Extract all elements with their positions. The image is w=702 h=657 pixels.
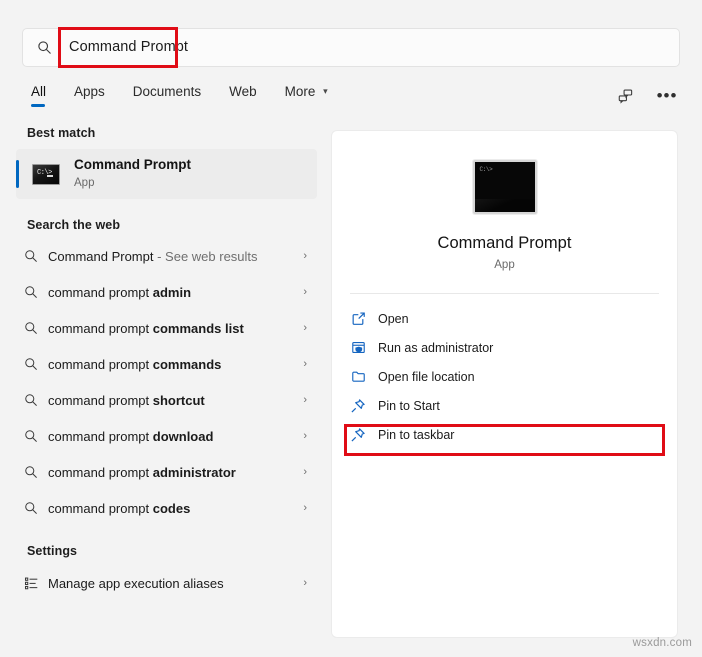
- best-match-text: Command Prompt App: [74, 157, 191, 190]
- tab-more-label: More: [284, 84, 316, 99]
- action-label: Run as administrator: [378, 340, 494, 355]
- preview-hero: C:\> Command Prompt App: [332, 131, 677, 271]
- tab-documents-label: Documents: [132, 84, 202, 99]
- chevron-right-icon: ›: [303, 576, 307, 589]
- open-external-icon: [342, 311, 374, 326]
- chevron-right-icon: ›: [303, 501, 307, 514]
- list-item-label: command prompt admin: [48, 284, 192, 300]
- tab-all-label: All: [31, 84, 47, 99]
- search-icon: [16, 285, 46, 299]
- tab-all[interactable]: All: [31, 84, 46, 108]
- feedback-icon[interactable]: [612, 84, 638, 108]
- list-item[interactable]: Manage app execution aliases ›: [16, 565, 317, 601]
- best-match-heading: Best match: [27, 126, 96, 140]
- chevron-right-icon: ›: [303, 465, 307, 478]
- action-open-file-location[interactable]: Open file location: [342, 362, 667, 391]
- action-label: Pin to Start: [378, 398, 440, 413]
- ellipsis-icon[interactable]: •••: [654, 84, 680, 108]
- action-label: Open file location: [378, 369, 475, 384]
- search-icon: [16, 429, 46, 443]
- list-item-label: command prompt commands: [48, 356, 222, 372]
- pin-icon: [342, 398, 374, 414]
- best-match-item[interactable]: C:\> Command Prompt App: [16, 149, 317, 199]
- chevron-right-icon: ›: [303, 249, 307, 262]
- list-item[interactable]: command prompt commands ›: [16, 346, 317, 382]
- tab-web[interactable]: Web: [229, 84, 257, 108]
- action-pin-to-taskbar[interactable]: Pin to taskbar: [342, 420, 667, 449]
- search-icon: [16, 249, 46, 263]
- header-actions: •••: [612, 84, 680, 108]
- command-prompt-icon-cursor: [47, 174, 53, 177]
- web-suggestions: Command Prompt - See web results › comma…: [0, 238, 331, 526]
- list-item[interactable]: command prompt codes ›: [16, 490, 317, 526]
- chevron-right-icon: ›: [303, 321, 307, 334]
- results-list: Best match C:\> Command Prompt App Searc…: [0, 126, 331, 657]
- list-settings-icon: [16, 576, 46, 591]
- search-icon: [16, 357, 46, 371]
- search-icon: [16, 501, 46, 515]
- watermark: wsxdn.com: [632, 637, 692, 649]
- tab-more[interactable]: More ▾: [285, 84, 328, 108]
- list-item-label: command prompt administrator: [48, 464, 236, 480]
- action-run-as-administrator[interactable]: Run as administrator: [342, 333, 667, 362]
- list-item-label: command prompt commands list: [48, 320, 244, 336]
- list-item[interactable]: command prompt admin ›: [16, 274, 317, 310]
- command-prompt-icon-text: C:\>: [479, 166, 493, 173]
- settings-heading: Settings: [27, 544, 78, 558]
- list-item-label: Manage app execution aliases: [48, 575, 224, 591]
- chevron-right-icon: ›: [303, 429, 307, 442]
- chevron-right-icon: ›: [303, 285, 307, 298]
- action-label: Open: [378, 311, 409, 326]
- list-item[interactable]: Command Prompt - See web results ›: [16, 238, 317, 274]
- pin-icon: [342, 427, 374, 443]
- tab-documents[interactable]: Documents: [133, 84, 201, 108]
- list-item[interactable]: command prompt administrator ›: [16, 454, 317, 490]
- preview-subtitle: App: [494, 259, 515, 271]
- preview-title: Command Prompt: [437, 234, 572, 252]
- best-match-subtitle: App: [74, 177, 95, 190]
- search-icon: [16, 465, 46, 479]
- search-icon: [23, 40, 65, 55]
- search-input[interactable]: Command Prompt: [65, 40, 188, 55]
- tab-web-label: Web: [229, 84, 257, 99]
- list-item[interactable]: command prompt commands list ›: [16, 310, 317, 346]
- preview-actions: Open Run as administrator Open file loca…: [332, 304, 677, 449]
- app-preview-panel: C:\> Command Prompt App Open Run as admi…: [331, 130, 678, 638]
- list-item-label: Command Prompt - See web results: [48, 248, 258, 264]
- chevron-down-icon: ▾: [323, 86, 328, 96]
- action-open[interactable]: Open: [342, 304, 667, 333]
- chevron-right-icon: ›: [303, 357, 307, 370]
- action-pin-to-start[interactable]: Pin to Start: [342, 391, 667, 420]
- selection-accent-bar: [16, 160, 19, 188]
- chevron-right-icon: ›: [303, 393, 307, 406]
- result-tabs: All Apps Documents Web More ▾: [31, 84, 328, 108]
- list-item-label: command prompt download: [48, 428, 214, 444]
- search-web-heading: Search the web: [27, 218, 121, 232]
- command-prompt-icon: C:\>: [472, 160, 537, 214]
- best-match-title: Command Prompt: [74, 157, 192, 173]
- preview-divider: [350, 293, 659, 294]
- list-item[interactable]: command prompt shortcut ›: [16, 382, 317, 418]
- folder-icon: [342, 369, 374, 384]
- list-item-label: command prompt codes: [48, 500, 191, 516]
- tab-apps[interactable]: Apps: [74, 84, 105, 108]
- command-prompt-icon: C:\>: [32, 163, 60, 185]
- settings-results: Manage app execution aliases ›: [0, 565, 331, 601]
- tab-apps-label: Apps: [74, 84, 105, 99]
- list-item[interactable]: command prompt download ›: [16, 418, 317, 454]
- action-label: Pin to taskbar: [378, 427, 455, 442]
- list-item-label: command prompt shortcut: [48, 392, 205, 408]
- shield-window-icon: [342, 340, 374, 355]
- search-icon: [16, 393, 46, 407]
- search-bar[interactable]: Command Prompt: [22, 28, 680, 67]
- search-icon: [16, 321, 46, 335]
